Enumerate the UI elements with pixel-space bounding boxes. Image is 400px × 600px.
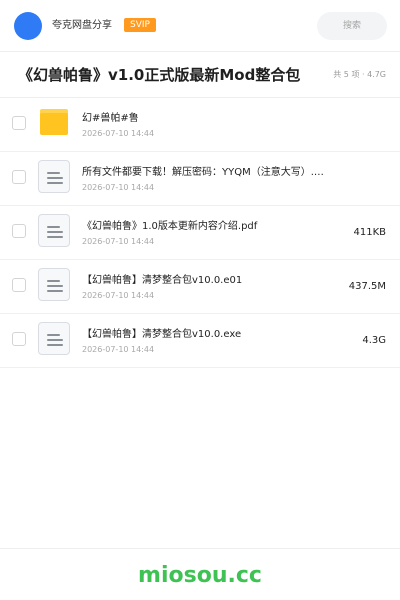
document-icon bbox=[38, 214, 70, 247]
file-date: 2026-07-10 14:44 bbox=[82, 183, 155, 192]
folder-icon bbox=[40, 109, 68, 135]
file-size: 4.3G bbox=[362, 335, 386, 346]
app-header: 夸克网盘分享 SVIP bbox=[0, 0, 400, 52]
share-title-row: 《幻兽帕鲁》v1.0正式版最新Mod整合包 共 5 项 · 4.7G bbox=[0, 52, 400, 98]
file-row[interactable]: 《幻兽帕鲁》1.0版本更新内容介绍.pdf 2026-07-10 14:44 4… bbox=[0, 206, 400, 260]
site-footer: miosou.cc bbox=[0, 548, 400, 600]
file-date: 2026-07-10 14:44 bbox=[82, 129, 155, 138]
document-icon bbox=[38, 160, 70, 193]
file-list: 幻#兽帕#鲁 2026-07-10 14:44 所有文件都要下载！解压密码：YY… bbox=[0, 98, 400, 368]
file-name[interactable]: 【幻兽帕鲁】清梦整合包v10.0.exe bbox=[82, 328, 347, 342]
file-date: 2026-07-10 14:44 bbox=[82, 345, 155, 354]
file-size: 437.5M bbox=[348, 281, 386, 292]
site-brand[interactable]: miosou.cc bbox=[0, 562, 400, 590]
file-row[interactable]: 【幻兽帕鲁】清梦整合包v10.0.exe 2026-07-10 14:44 4.… bbox=[0, 314, 400, 368]
file-date: 2026-07-10 14:44 bbox=[82, 237, 155, 246]
share-summary: 共 5 项 · 4.7G bbox=[333, 70, 386, 79]
file-name[interactable]: 幻#兽帕#鲁 bbox=[82, 112, 347, 126]
file-row[interactable]: 幻#兽帕#鲁 2026-07-10 14:44 bbox=[0, 98, 400, 152]
svip-badge: SVIP bbox=[124, 18, 156, 32]
page-title: 《幻兽帕鲁》v1.0正式版最新Mod整合包 bbox=[18, 66, 301, 84]
document-icon bbox=[38, 322, 70, 355]
file-name[interactable]: 所有文件都要下载！解压密码：YYQM（注意大写）.… bbox=[82, 166, 347, 180]
file-name[interactable]: 《幻兽帕鲁》1.0版本更新内容介绍.pdf bbox=[82, 220, 347, 234]
file-row[interactable]: 【幻兽帕鲁】清梦整合包v10.0.e01 2026-07-10 14:44 43… bbox=[0, 260, 400, 314]
row-checkbox[interactable] bbox=[12, 224, 26, 238]
search-input[interactable] bbox=[317, 12, 387, 40]
share-owner-name: 夸克网盘分享 bbox=[52, 20, 112, 31]
document-icon bbox=[38, 268, 70, 301]
row-checkbox[interactable] bbox=[12, 278, 26, 292]
row-checkbox[interactable] bbox=[12, 332, 26, 346]
avatar[interactable] bbox=[14, 12, 42, 40]
file-name[interactable]: 【幻兽帕鲁】清梦整合包v10.0.e01 bbox=[82, 274, 347, 288]
row-checkbox[interactable] bbox=[12, 116, 26, 130]
file-size: 411KB bbox=[353, 227, 386, 238]
file-date: 2026-07-10 14:44 bbox=[82, 291, 155, 300]
file-row[interactable]: 所有文件都要下载！解压密码：YYQM（注意大写）.… 2026-07-10 14… bbox=[0, 152, 400, 206]
row-checkbox[interactable] bbox=[12, 170, 26, 184]
